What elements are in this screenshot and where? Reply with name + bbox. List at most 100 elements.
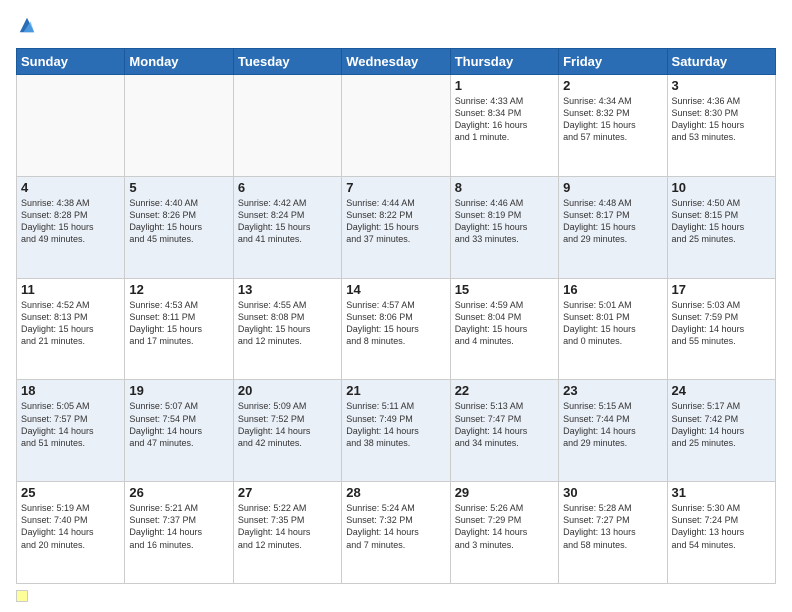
day-info: Sunrise: 4:59 AM Sunset: 8:04 PM Dayligh…: [455, 299, 554, 348]
day-info: Sunrise: 5:24 AM Sunset: 7:32 PM Dayligh…: [346, 502, 445, 551]
day-info: Sunrise: 4:34 AM Sunset: 8:32 PM Dayligh…: [563, 95, 662, 144]
logo: [16, 16, 36, 38]
day-number: 21: [346, 383, 445, 398]
day-info: Sunrise: 4:46 AM Sunset: 8:19 PM Dayligh…: [455, 197, 554, 246]
calendar-cell: 20 Sunrise: 5:09 AM Sunset: 7:52 PM Dayli…: [233, 380, 341, 482]
calendar-cell: 16 Sunrise: 5:01 AM Sunset: 8:01 PM Dayli…: [559, 278, 667, 380]
footer: [16, 590, 776, 602]
calendar-week-row: 1Sunrise: 4:33 AM Sunset: 8:34 PM Daylig…: [17, 75, 776, 177]
daylight-legend-dot: [16, 590, 28, 602]
calendar-cell: 22 Sunrise: 5:13 AM Sunset: 7:47 PM Dayli…: [450, 380, 558, 482]
day-info: Sunrise: 4:42 AM Sunset: 8:24 PM Dayligh…: [238, 197, 337, 246]
day-info: Sunrise: 5:09 AM Sunset: 7:52 PM Dayligh…: [238, 400, 337, 449]
calendar-cell: 13 Sunrise: 4:55 AM Sunset: 8:08 PM Dayli…: [233, 278, 341, 380]
day-info: Sunrise: 5:03 AM Sunset: 7:59 PM Dayligh…: [672, 299, 771, 348]
calendar-cell: [342, 75, 450, 177]
calendar-cell: 1Sunrise: 4:33 AM Sunset: 8:34 PM Daylig…: [450, 75, 558, 177]
day-info: Sunrise: 4:53 AM Sunset: 8:11 PM Dayligh…: [129, 299, 228, 348]
calendar-cell: 23 Sunrise: 5:15 AM Sunset: 7:44 PM Dayli…: [559, 380, 667, 482]
day-info: Sunrise: 5:13 AM Sunset: 7:47 PM Dayligh…: [455, 400, 554, 449]
calendar-cell: 12 Sunrise: 4:53 AM Sunset: 8:11 PM Dayli…: [125, 278, 233, 380]
day-number: 8: [455, 180, 554, 195]
day-info: Sunrise: 5:26 AM Sunset: 7:29 PM Dayligh…: [455, 502, 554, 551]
calendar-cell: 2 Sunrise: 4:34 AM Sunset: 8:32 PM Daylig…: [559, 75, 667, 177]
weekday-header-tuesday: Tuesday: [233, 49, 341, 75]
day-info: Sunrise: 5:30 AM Sunset: 7:24 PM Dayligh…: [672, 502, 771, 551]
day-number: 30: [563, 485, 662, 500]
calendar-week-row: 11 Sunrise: 4:52 AM Sunset: 8:13 PM Dayli…: [17, 278, 776, 380]
day-number: 26: [129, 485, 228, 500]
weekday-header-thursday: Thursday: [450, 49, 558, 75]
calendar-cell: 30Sunrise: 5:28 AM Sunset: 7:27 PM Dayli…: [559, 482, 667, 584]
day-number: 24: [672, 383, 771, 398]
day-number: 22: [455, 383, 554, 398]
day-info: Sunrise: 5:15 AM Sunset: 7:44 PM Dayligh…: [563, 400, 662, 449]
calendar-cell: 28 Sunrise: 5:24 AM Sunset: 7:32 PM Dayli…: [342, 482, 450, 584]
calendar-cell: 19 Sunrise: 5:07 AM Sunset: 7:54 PM Dayli…: [125, 380, 233, 482]
calendar-cell: 17 Sunrise: 5:03 AM Sunset: 7:59 PM Dayli…: [667, 278, 775, 380]
calendar-cell: 5 Sunrise: 4:40 AM Sunset: 8:26 PM Daylig…: [125, 176, 233, 278]
day-number: 6: [238, 180, 337, 195]
day-number: 9: [563, 180, 662, 195]
day-number: 19: [129, 383, 228, 398]
day-number: 23: [563, 383, 662, 398]
day-number: 16: [563, 282, 662, 297]
calendar-cell: 27 Sunrise: 5:22 AM Sunset: 7:35 PM Dayli…: [233, 482, 341, 584]
calendar-cell: 8 Sunrise: 4:46 AM Sunset: 8:19 PM Daylig…: [450, 176, 558, 278]
day-info: Sunrise: 5:19 AM Sunset: 7:40 PM Dayligh…: [21, 502, 120, 551]
day-number: 31: [672, 485, 771, 500]
day-number: 14: [346, 282, 445, 297]
calendar-table: SundayMondayTuesdayWednesdayThursdayFrid…: [16, 48, 776, 584]
day-info: Sunrise: 4:44 AM Sunset: 8:22 PM Dayligh…: [346, 197, 445, 246]
day-number: 15: [455, 282, 554, 297]
weekday-header-wednesday: Wednesday: [342, 49, 450, 75]
day-number: 5: [129, 180, 228, 195]
calendar-cell: 15 Sunrise: 4:59 AM Sunset: 8:04 PM Dayli…: [450, 278, 558, 380]
day-number: 20: [238, 383, 337, 398]
calendar-cell: [233, 75, 341, 177]
day-info: Sunrise: 4:52 AM Sunset: 8:13 PM Dayligh…: [21, 299, 120, 348]
day-number: 2: [563, 78, 662, 93]
calendar-cell: 24Sunrise: 5:17 AM Sunset: 7:42 PM Dayli…: [667, 380, 775, 482]
calendar-cell: [125, 75, 233, 177]
day-number: 17: [672, 282, 771, 297]
calendar-week-row: 18Sunrise: 5:05 AM Sunset: 7:57 PM Dayli…: [17, 380, 776, 482]
weekday-header-saturday: Saturday: [667, 49, 775, 75]
day-number: 27: [238, 485, 337, 500]
day-info: Sunrise: 4:36 AM Sunset: 8:30 PM Dayligh…: [672, 95, 771, 144]
calendar-cell: 10Sunrise: 4:50 AM Sunset: 8:15 PM Dayli…: [667, 176, 775, 278]
calendar-cell: 9 Sunrise: 4:48 AM Sunset: 8:17 PM Daylig…: [559, 176, 667, 278]
weekday-header-row: SundayMondayTuesdayWednesdayThursdayFrid…: [17, 49, 776, 75]
day-info: Sunrise: 4:48 AM Sunset: 8:17 PM Dayligh…: [563, 197, 662, 246]
day-info: Sunrise: 5:22 AM Sunset: 7:35 PM Dayligh…: [238, 502, 337, 551]
day-info: Sunrise: 4:57 AM Sunset: 8:06 PM Dayligh…: [346, 299, 445, 348]
calendar-cell: 11 Sunrise: 4:52 AM Sunset: 8:13 PM Dayli…: [17, 278, 125, 380]
day-number: 13: [238, 282, 337, 297]
calendar-cell: 29Sunrise: 5:26 AM Sunset: 7:29 PM Dayli…: [450, 482, 558, 584]
day-number: 4: [21, 180, 120, 195]
day-number: 18: [21, 383, 120, 398]
day-info: Sunrise: 5:01 AM Sunset: 8:01 PM Dayligh…: [563, 299, 662, 348]
day-number: 10: [672, 180, 771, 195]
day-info: Sunrise: 4:55 AM Sunset: 8:08 PM Dayligh…: [238, 299, 337, 348]
day-number: 12: [129, 282, 228, 297]
calendar-cell: [17, 75, 125, 177]
calendar-cell: 25 Sunrise: 5:19 AM Sunset: 7:40 PM Dayli…: [17, 482, 125, 584]
day-number: 25: [21, 485, 120, 500]
page: SundayMondayTuesdayWednesdayThursdayFrid…: [0, 0, 792, 612]
day-number: 1: [455, 78, 554, 93]
calendar-cell: 7Sunrise: 4:44 AM Sunset: 8:22 PM Daylig…: [342, 176, 450, 278]
calendar-cell: 31 Sunrise: 5:30 AM Sunset: 7:24 PM Dayli…: [667, 482, 775, 584]
calendar-week-row: 25 Sunrise: 5:19 AM Sunset: 7:40 PM Dayli…: [17, 482, 776, 584]
day-info: Sunrise: 5:07 AM Sunset: 7:54 PM Dayligh…: [129, 400, 228, 449]
calendar-week-row: 4 Sunrise: 4:38 AM Sunset: 8:28 PM Daylig…: [17, 176, 776, 278]
day-info: Sunrise: 4:40 AM Sunset: 8:26 PM Dayligh…: [129, 197, 228, 246]
day-number: 28: [346, 485, 445, 500]
weekday-header-friday: Friday: [559, 49, 667, 75]
calendar-cell: 4 Sunrise: 4:38 AM Sunset: 8:28 PM Daylig…: [17, 176, 125, 278]
calendar-cell: 6 Sunrise: 4:42 AM Sunset: 8:24 PM Daylig…: [233, 176, 341, 278]
day-info: Sunrise: 5:11 AM Sunset: 7:49 PM Dayligh…: [346, 400, 445, 449]
logo-icon: [18, 16, 36, 34]
day-info: Sunrise: 4:38 AM Sunset: 8:28 PM Dayligh…: [21, 197, 120, 246]
day-number: 11: [21, 282, 120, 297]
